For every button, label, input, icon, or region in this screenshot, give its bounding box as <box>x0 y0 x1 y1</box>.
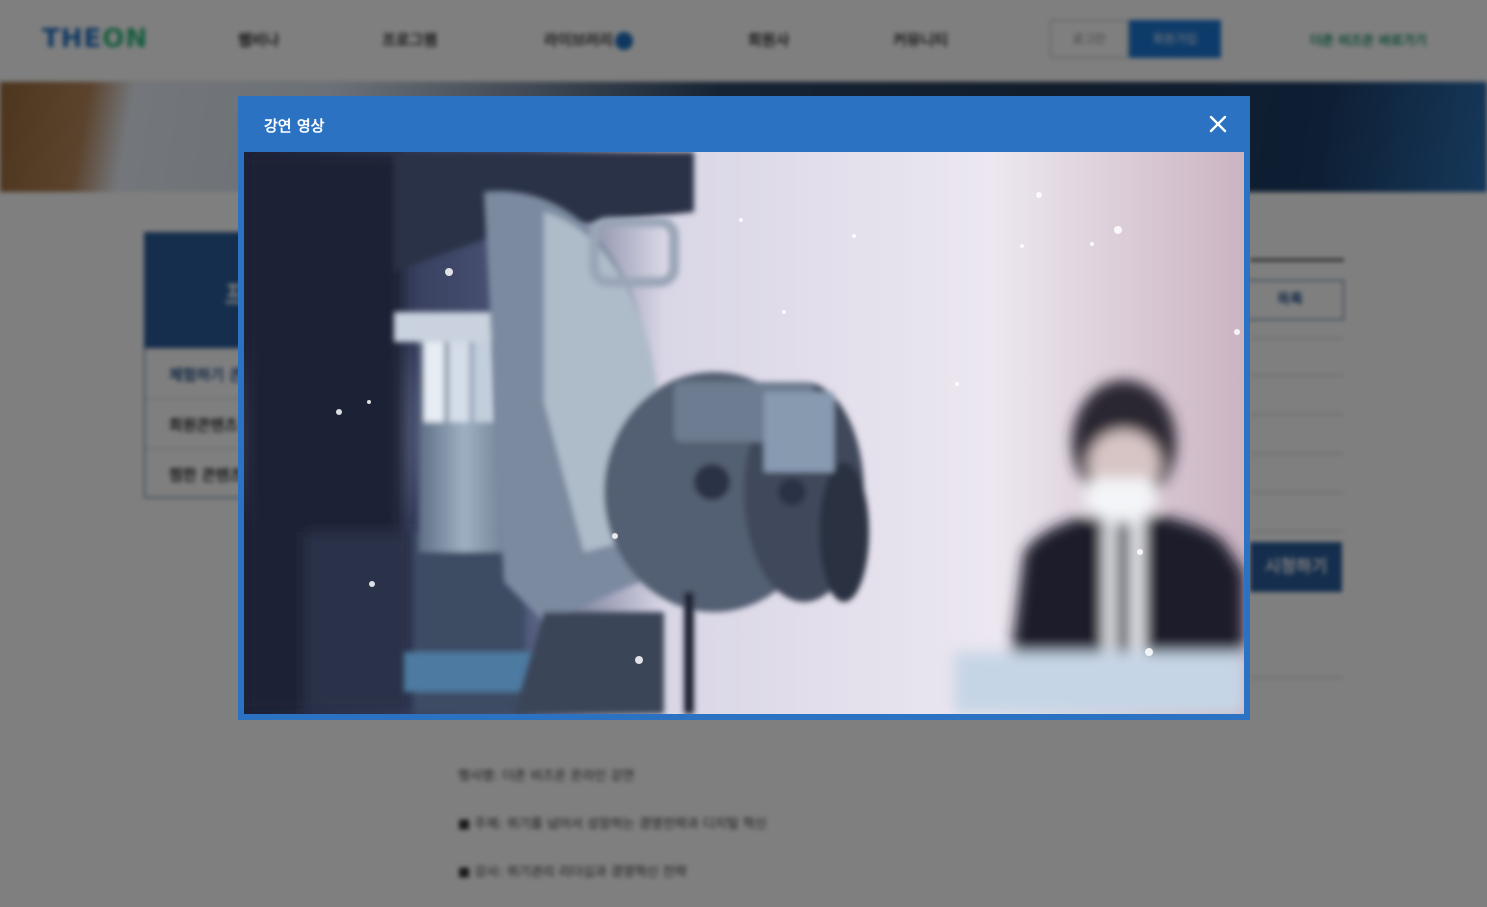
close-icon-glyph <box>1209 115 1227 133</box>
video-player[interactable] <box>244 152 1244 714</box>
video-modal: 강연 영상 <box>238 96 1250 720</box>
close-icon[interactable] <box>1202 108 1234 140</box>
modal-title: 강연 영상 <box>264 117 325 135</box>
video-frame-image <box>244 152 1244 714</box>
